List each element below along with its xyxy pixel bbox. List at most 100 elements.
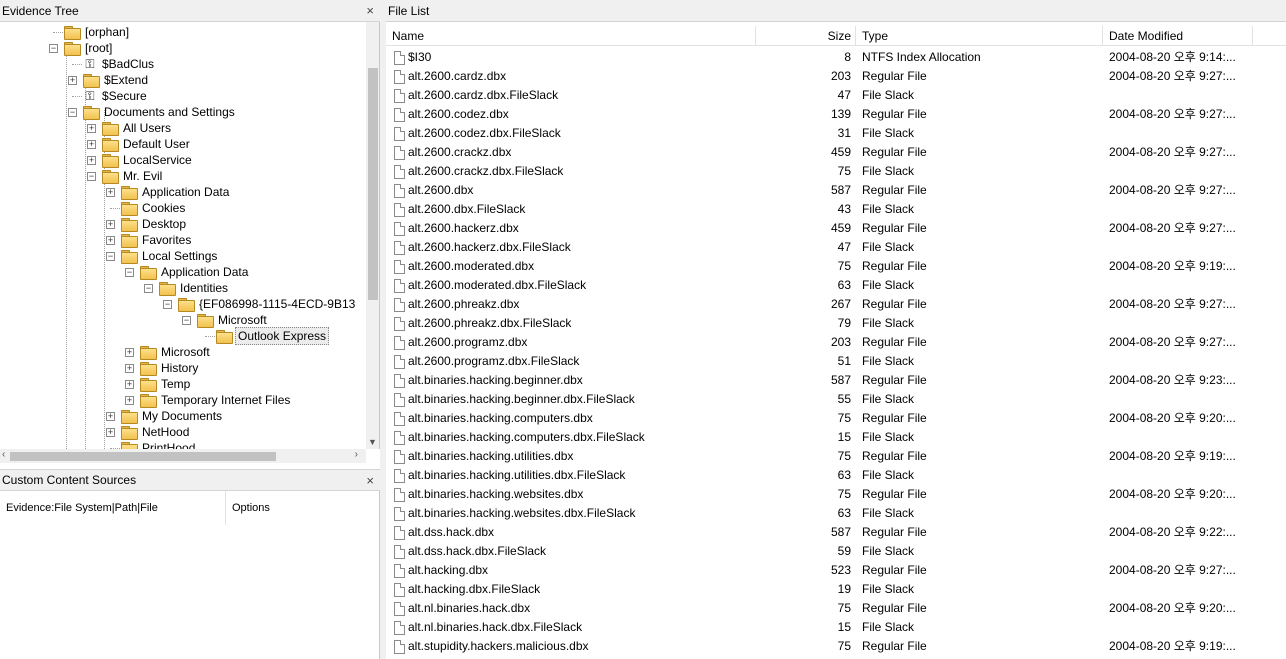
tree-node[interactable]: [root] bbox=[64, 40, 114, 56]
evidence-tree-horizontal-scroll-thumb[interactable] bbox=[10, 452, 276, 461]
expand-plus-icon[interactable]: + bbox=[106, 412, 115, 421]
expand-plus-icon[interactable]: + bbox=[68, 76, 77, 85]
column-header-name[interactable]: Name bbox=[386, 26, 756, 46]
table-row[interactable]: alt.nl.binaries.hack.dbx 75 Regular File 20… bbox=[386, 599, 1286, 618]
tree-node[interactable]: Cookies bbox=[121, 200, 187, 216]
file-icon bbox=[394, 316, 405, 331]
tree-node[interactable]: Desktop bbox=[121, 216, 188, 232]
collapse-minus-icon[interactable]: − bbox=[163, 300, 172, 309]
tree-node[interactable]: ⚿ $BadClus bbox=[83, 56, 156, 72]
tree-node[interactable]: Outlook Express bbox=[216, 327, 330, 345]
table-row[interactable]: alt.2600.dbx.FileSlack 43 File Slack bbox=[386, 200, 1286, 219]
tree-node[interactable]: ⚿ $Secure bbox=[83, 88, 149, 104]
expand-plus-icon[interactable]: + bbox=[106, 236, 115, 245]
expand-plus-icon[interactable]: + bbox=[125, 396, 134, 405]
evidence-tree-horizontal-scrollbar[interactable]: ‹ › bbox=[0, 449, 366, 463]
collapse-minus-icon[interactable]: − bbox=[182, 316, 191, 325]
table-row[interactable]: $I30 8 NTFS Index Allocation 2004-08-20 오후 … bbox=[386, 48, 1286, 67]
collapse-minus-icon[interactable]: − bbox=[49, 44, 58, 53]
expand-plus-icon[interactable]: + bbox=[87, 124, 96, 133]
tree-node[interactable]: Temp bbox=[140, 376, 192, 392]
table-row[interactable]: alt.binaries.hacking.computers.dbx 75 Regu… bbox=[386, 409, 1286, 428]
tree-node[interactable]: Mr. Evil bbox=[102, 168, 164, 184]
tree-node-label: Outlook Express bbox=[235, 327, 330, 345]
table-row[interactable]: alt.2600.cardz.dbx 203 Regular File 2004-08… bbox=[386, 67, 1286, 86]
table-row[interactable]: alt.2600.programz.dbx.FileSlack 51 File Sl… bbox=[386, 352, 1286, 371]
table-row[interactable]: alt.binaries.hacking.beginner.dbx.FileSl… bbox=[386, 390, 1286, 409]
ccs-column-options[interactable]: Options bbox=[226, 491, 380, 525]
table-row[interactable]: alt.stupidity.hackers.malicious.dbx 75 Reg… bbox=[386, 637, 1286, 656]
file-date-modified-cell: 2004-08-20 오후 9:19:... bbox=[1109, 639, 1236, 653]
tree-node[interactable]: Local Settings bbox=[121, 248, 219, 264]
expand-plus-icon[interactable]: + bbox=[106, 220, 115, 229]
tree-node[interactable]: History bbox=[140, 360, 200, 376]
table-row[interactable]: alt.dss.hack.dbx 587 Regular File 2004-08-2… bbox=[386, 523, 1286, 542]
evidence-tree-vertical-scroll-thumb[interactable] bbox=[368, 68, 378, 300]
expand-plus-icon[interactable]: + bbox=[87, 156, 96, 165]
table-row[interactable]: alt.binaries.hacking.utilities.dbx.FileS… bbox=[386, 466, 1286, 485]
tree-node[interactable]: My Documents bbox=[121, 408, 224, 424]
table-row[interactable]: alt.binaries.hacking.websites.dbx.FileSl… bbox=[386, 504, 1286, 523]
tree-node[interactable]: [orphan] bbox=[64, 24, 131, 40]
table-row[interactable]: alt.2600.moderated.dbx.FileSlack 63 File S… bbox=[386, 276, 1286, 295]
tree-node[interactable]: LocalService bbox=[102, 152, 194, 168]
tree-node[interactable]: Microsoft bbox=[140, 344, 212, 360]
table-row[interactable]: alt.2600.moderated.dbx 75 Regular File 2004… bbox=[386, 257, 1286, 276]
evidence-tree-vertical-scrollbar[interactable]: ▼ bbox=[366, 22, 379, 449]
table-row[interactable]: alt.dss.hack.dbx.FileSlack 59 File Slack bbox=[386, 542, 1286, 561]
tree-node[interactable]: Documents and Settings bbox=[83, 104, 237, 120]
expand-plus-icon[interactable]: + bbox=[125, 348, 134, 357]
expand-plus-icon[interactable]: + bbox=[125, 364, 134, 373]
column-header-size[interactable]: Size bbox=[756, 26, 856, 46]
table-row[interactable]: alt.2600.codez.dbx 139 Regular File 2004-08… bbox=[386, 105, 1286, 124]
collapse-minus-icon[interactable]: − bbox=[106, 252, 115, 261]
tree-node[interactable]: Application Data bbox=[140, 264, 250, 280]
expand-plus-icon[interactable]: + bbox=[106, 428, 115, 437]
expand-plus-icon[interactable]: + bbox=[125, 380, 134, 389]
table-row[interactable]: alt.2600.phreakz.dbx 267 Regular File 2004-… bbox=[386, 295, 1286, 314]
expand-plus-icon[interactable]: + bbox=[106, 188, 115, 197]
table-row[interactable]: alt.2600.hackerz.dbx 459 Regular File 2004-… bbox=[386, 219, 1286, 238]
column-header-date-modified[interactable]: Date Modified bbox=[1103, 26, 1253, 46]
table-row[interactable]: alt.binaries.hacking.websites.dbx 75 Regul… bbox=[386, 485, 1286, 504]
file-list-header: File List bbox=[386, 0, 1286, 22]
tree-node[interactable]: All Users bbox=[102, 120, 173, 136]
collapse-minus-icon[interactable]: − bbox=[68, 108, 77, 117]
tree-node[interactable]: Default User bbox=[102, 136, 192, 152]
table-row[interactable]: alt.hacking.dbx.FileSlack 19 File Slack bbox=[386, 580, 1286, 599]
collapse-minus-icon[interactable]: − bbox=[144, 284, 153, 293]
table-row[interactable]: alt.2600.dbx 587 Regular File 2004-08-20 오후… bbox=[386, 181, 1286, 200]
custom-content-sources-close-icon[interactable]: × bbox=[366, 473, 374, 488]
tree-node[interactable]: NetHood bbox=[121, 424, 191, 440]
table-row[interactable]: alt.2600.hackerz.dbx.FileSlack 47 File Sla… bbox=[386, 238, 1286, 257]
table-row[interactable]: alt.binaries.hacking.computers.dbx.FileS… bbox=[386, 428, 1286, 447]
table-row[interactable]: alt.hacking.dbx 523 Regular File 2004-08-20… bbox=[386, 561, 1286, 580]
tree-node[interactable]: PrintHood bbox=[121, 440, 197, 449]
tree-node[interactable]: {EF086998-1115-4ECD-9B13 bbox=[178, 296, 357, 312]
scroll-down-arrow-icon[interactable]: ▼ bbox=[368, 437, 377, 447]
file-type-cell: Regular File bbox=[862, 221, 927, 235]
table-row[interactable]: alt.nl.binaries.hack.dbx.FileSlack 15 File… bbox=[386, 618, 1286, 637]
tree-node[interactable]: $Extend bbox=[83, 72, 150, 88]
table-row[interactable]: alt.2600.crackz.dbx.FileSlack 75 File Slac… bbox=[386, 162, 1286, 181]
table-row[interactable]: alt.2600.crackz.dbx 459 Regular File 2004-0… bbox=[386, 143, 1286, 162]
tree-node[interactable]: Favorites bbox=[121, 232, 193, 248]
evidence-tree-close-icon[interactable]: × bbox=[366, 3, 374, 18]
ccs-column-evidence-path[interactable]: Evidence:File System|Path|File bbox=[0, 491, 226, 525]
collapse-minus-icon[interactable]: − bbox=[125, 268, 134, 277]
table-row[interactable]: alt.binaries.hacking.beginner.dbx 587 Regu… bbox=[386, 371, 1286, 390]
scroll-left-arrow-icon[interactable]: ‹ bbox=[2, 449, 5, 460]
scroll-right-arrow-icon[interactable]: › bbox=[355, 449, 358, 460]
collapse-minus-icon[interactable]: − bbox=[87, 172, 96, 181]
table-row[interactable]: alt.2600.codez.dbx.FileSlack 31 File Slack bbox=[386, 124, 1286, 143]
tree-node[interactable]: Application Data bbox=[121, 184, 231, 200]
column-header-type[interactable]: Type bbox=[856, 26, 1103, 46]
tree-node[interactable]: Microsoft bbox=[197, 312, 269, 328]
expand-plus-icon[interactable]: + bbox=[87, 140, 96, 149]
tree-node[interactable]: Identities bbox=[159, 280, 230, 296]
table-row[interactable]: alt.binaries.hacking.utilities.dbx 75 Regu… bbox=[386, 447, 1286, 466]
table-row[interactable]: alt.2600.programz.dbx 203 Regular File 2004… bbox=[386, 333, 1286, 352]
tree-node[interactable]: Temporary Internet Files bbox=[140, 392, 292, 408]
table-row[interactable]: alt.2600.cardz.dbx.FileSlack 47 File Slack bbox=[386, 86, 1286, 105]
table-row[interactable]: alt.2600.phreakz.dbx.FileSlack 79 File Sla… bbox=[386, 314, 1286, 333]
